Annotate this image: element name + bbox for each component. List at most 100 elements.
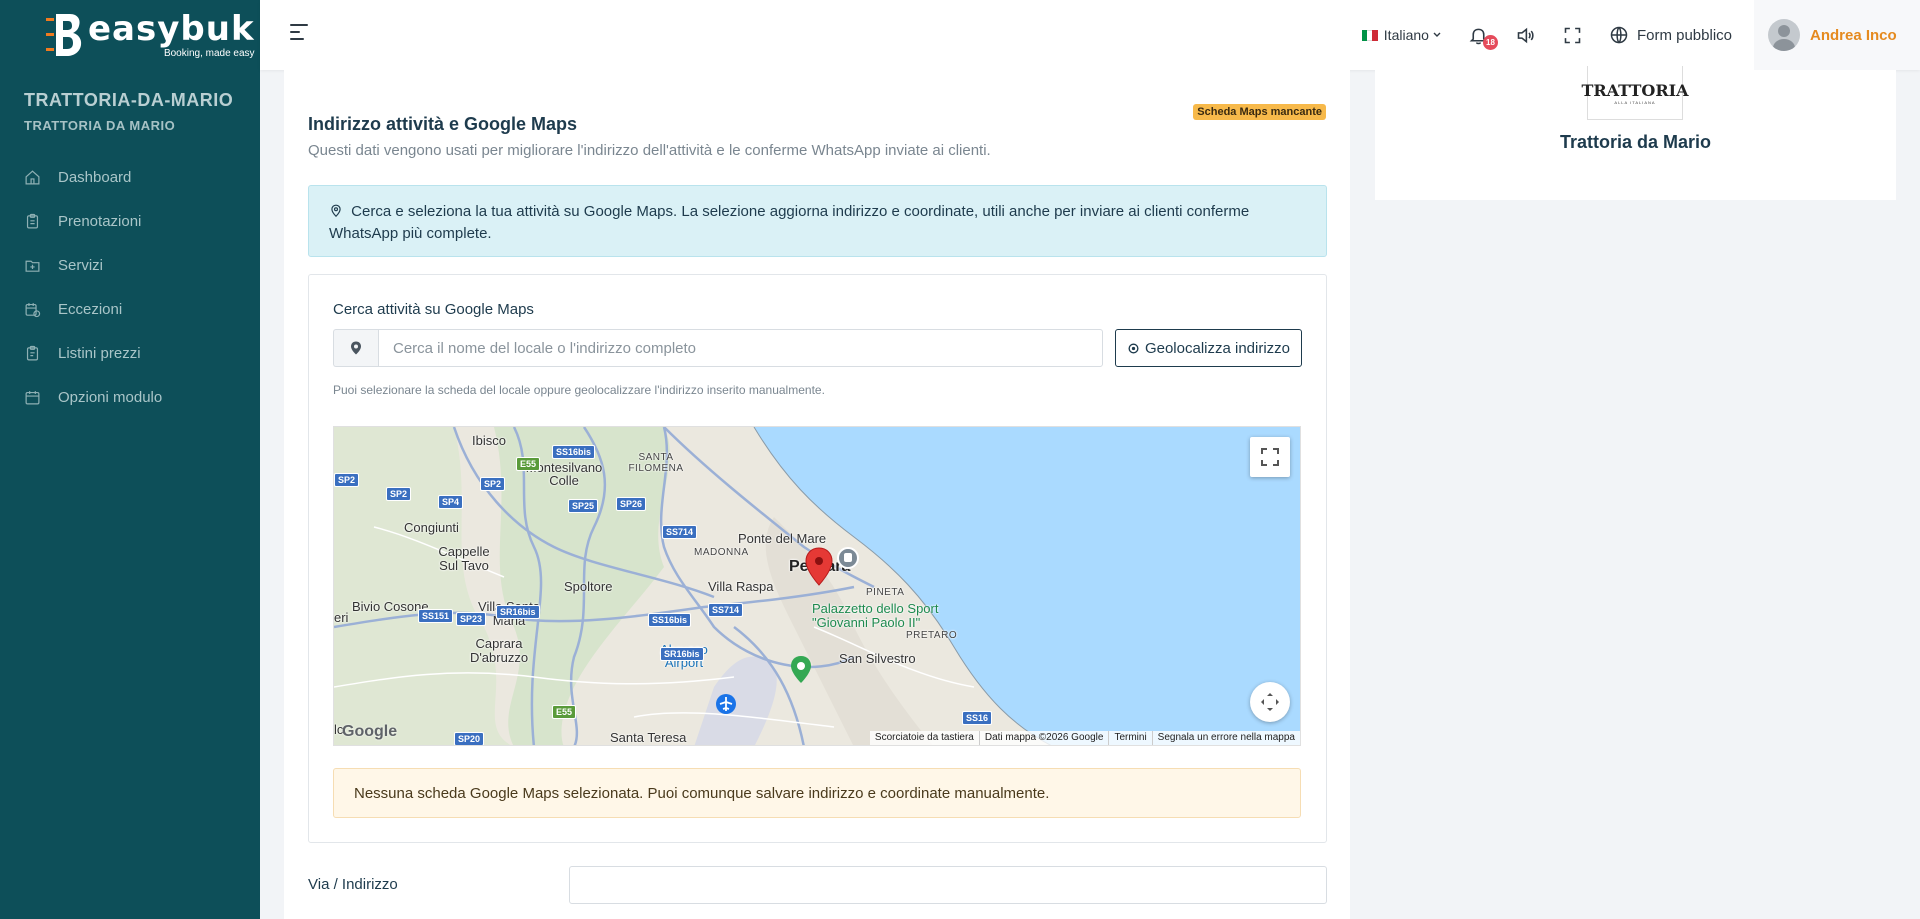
chevron-down-icon [1433,32,1441,37]
sidebar-item-label: Dashboard [58,168,132,186]
map-place-label: Ibisco [472,433,506,448]
maps-notice: Nessuna scheda Google Maps selezionata. … [333,768,1301,818]
report-error-link[interactable]: Segnala un errore nella mappa [1151,731,1300,745]
map-place-label: eri [334,610,349,625]
road-shield: SP23 [456,612,487,626]
sidebar-item-servizi[interactable]: Servizi [0,243,260,287]
map-place-label: MADONNA [694,547,749,558]
sidebar-item-label: Eccezioni [58,300,123,318]
terms-link[interactable]: Termini [1108,731,1151,745]
avatar [1768,19,1800,51]
user-menu[interactable]: Andrea Inco [1754,0,1920,70]
business-name: TRATTORIA-DA-MARIO [24,90,234,110]
sidebar-item-opzioni-modulo[interactable]: Opzioni modulo [0,375,260,419]
map-marker-icon [805,547,833,586]
sidebar-item-eccezioni[interactable]: Eccezioni [0,287,260,331]
business-card: TRATTORIA ALLA ITALIANA Trattoria da Mar… [1375,66,1896,200]
map-place-label: PRETARO [906,630,958,641]
address-maps-card: Indirizzo attività e Google Maps Questi … [284,70,1350,919]
sidebar: easybuk Booking, made easy TRATTORIA-DA-… [0,0,260,919]
public-form-link[interactable]: Form pubblico [1609,25,1732,45]
fullscreen-icon [1565,27,1581,43]
business-subtitle: TRATTORIA DA MARIO [24,118,176,133]
business-logo-text: TRATTORIA [1581,80,1689,100]
road-shield: SR16bis [660,647,704,661]
search-label: Cerca attività su Google Maps [333,301,534,318]
business-logo: TRATTORIA ALLA ITALIANA [1581,66,1689,120]
brand-tagline: Booking, made easy [163,47,255,59]
map-place-label: Cappelle Sul Tavo [438,544,490,573]
fullscreen-icon [1261,448,1279,466]
stadium-poi-icon [791,656,811,683]
menu-toggle-icon[interactable] [290,24,308,42]
transit-poi-icon [837,547,859,569]
google-map[interactable]: Ibisco Montesilvano Colle SANTA FILOMENA… [333,426,1301,746]
road-shield: SS714 [662,525,698,539]
business-block: TRATTORIA-DA-MARIO TRATTORIA DA MARIO [0,70,260,133]
section-title: Indirizzo attività e Google Maps [308,114,578,134]
road-shield: SP25 [568,499,599,513]
search-hint: Puoi selezionare la scheda del locale op… [333,383,825,397]
geolocate-button[interactable]: Geolocalizza indirizzo [1115,329,1302,367]
fullscreen-button[interactable] [1562,24,1584,46]
user-name: Andrea Inco [1810,26,1897,44]
announcements-button[interactable] [1515,24,1537,46]
business-logo-sub: ALLA ITALIANA [1614,99,1656,105]
map-camera-control[interactable] [1250,682,1290,722]
info-text: Cerca e seleziona la tua attività su Goo… [329,203,1250,242]
map-place-label: Palazzetto dello Sport "Giovanni Paolo I… [812,601,939,630]
clipboard-list-icon [26,345,39,360]
map-fullscreen-button[interactable] [1250,437,1290,477]
speaker-icon [1518,27,1535,43]
road-shield: SP26 [616,497,647,511]
maps-search-input[interactable] [378,329,1103,367]
easybuk-logo-icon [46,12,84,58]
crosshair-icon [1128,342,1139,354]
sidebar-item-label: Opzioni modulo [58,388,163,406]
brand-logo[interactable]: easybuk Booking, made easy [0,0,260,70]
address-label: Via / Indirizzo [308,876,398,893]
road-shield: SS714 [708,603,744,617]
map-place-label: Caprara D'abruzzo [469,636,529,665]
globe-icon [1610,26,1628,44]
location-pin-icon [333,329,378,367]
status-badge: Scheda Maps mancante [1193,104,1326,120]
google-logo: Google [342,723,398,740]
sidebar-item-listini-prezzi[interactable]: Listini prezzi [0,331,260,375]
notifications-button[interactable]: 18 [1468,24,1498,50]
keyboard-shortcuts-link[interactable]: Scorciatoie da tastiera [870,731,979,745]
sidebar-item-prenotazioni[interactable]: Prenotazioni [0,199,260,243]
map-place-label: Congiunti [404,520,459,535]
language-selector[interactable]: Italiano [1361,27,1442,43]
airport-icon [716,694,736,714]
map-place-label: PINETA [866,587,905,598]
map-place-label: Ponte del Mare [738,531,827,546]
road-shield: SS16 [962,711,993,725]
move-arrows-icon [1261,693,1279,711]
sidebar-item-dashboard[interactable]: Dashboard [0,155,260,199]
road-shield: SS16bis [552,445,596,459]
maps-search-panel: Cerca attività su Google Maps Geolocaliz… [308,274,1327,843]
italy-flag-icon [1361,29,1378,41]
address-input[interactable] [569,866,1327,904]
road-shield: SP2 [480,477,506,491]
business-card-title: Trattoria da Mario [1559,132,1712,152]
clipboard-icon [26,213,39,228]
sidebar-item-label: Prenotazioni [58,212,142,230]
map-place-label: Santa Teresa [610,730,687,745]
calendar-exception-icon [25,302,41,317]
road-shield: E55 [516,457,541,471]
map-place-label: Spoltore [564,579,613,594]
road-shield: SS151 [418,609,454,623]
geolocate-label: Geolocalizza indirizzo [1144,339,1291,357]
road-shield: SR16bis [496,605,540,619]
road-shield: SS16bis [648,613,692,627]
map-place-label: SANTA FILOMENA [628,452,684,474]
home-icon [25,169,40,184]
sidebar-item-label: Servizi [58,256,104,274]
notification-count-badge: 18 [1482,35,1498,50]
public-form-label: Form pubblico [1636,26,1732,44]
map-pin-icon [331,204,341,218]
calendar-icon [25,390,40,404]
map-place-label: San Silvestro [839,651,916,666]
